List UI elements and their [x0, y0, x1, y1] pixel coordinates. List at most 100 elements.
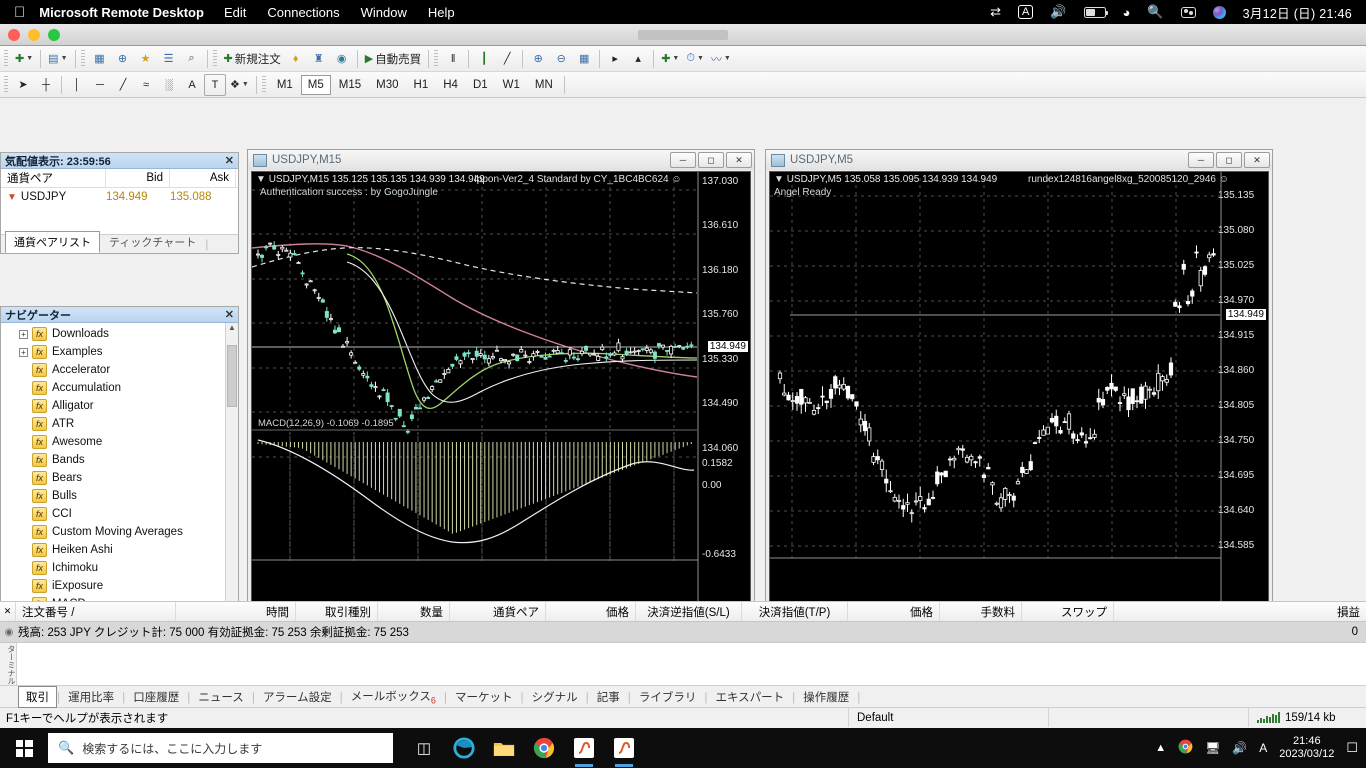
tab-symbol-list[interactable]: 通貨ペアリスト: [5, 231, 100, 253]
rdp-title-bar[interactable]: [0, 24, 1366, 46]
tab-alerts[interactable]: アラーム設定: [255, 686, 340, 708]
search-icon[interactable]: 🔍: [1147, 4, 1163, 20]
strategy-tester-button[interactable]: ⌕: [181, 48, 203, 70]
control-center-icon[interactable]: [1180, 6, 1196, 18]
column-price-close[interactable]: 価格: [848, 602, 940, 621]
siri-icon[interactable]: [1212, 5, 1226, 19]
timeframe-h4[interactable]: H4: [436, 75, 465, 95]
input-source-A-icon[interactable]: A: [1018, 5, 1034, 19]
microsoft-edge-icon[interactable]: [451, 733, 477, 763]
line-chart-button[interactable]: ╱: [496, 48, 518, 70]
timeframe-m30[interactable]: M30: [369, 75, 405, 95]
menu-window[interactable]: Window: [361, 5, 407, 20]
auto-scroll-button[interactable]: ▴: [627, 48, 649, 70]
maximize-window-button[interactable]: [48, 28, 60, 41]
text-label-tool[interactable]: T: [204, 73, 226, 96]
minimize-icon[interactable]: ─: [1188, 152, 1214, 168]
tab-exposure[interactable]: 運用比率: [60, 686, 122, 708]
notification-icon[interactable]: ☐: [1346, 740, 1358, 756]
tab-market[interactable]: マーケット: [447, 686, 521, 708]
tab-account-history[interactable]: 口座履歴: [125, 686, 187, 708]
chrome-tray-icon[interactable]: [1178, 739, 1193, 757]
text-tool[interactable]: A: [181, 74, 203, 96]
expand-icon[interactable]: ◉: [0, 627, 18, 638]
close-icon[interactable]: ✕: [225, 154, 234, 167]
equidistant-channel-tool[interactable]: ≈: [135, 74, 157, 96]
navigator-item-examples[interactable]: + fx Examples: [1, 343, 238, 361]
navigator-item-bears[interactable]: fx Bears: [1, 469, 238, 487]
signals-button[interactable]: ◉: [331, 48, 353, 70]
column-time[interactable]: 時間: [176, 602, 296, 621]
file-explorer-icon[interactable]: [491, 733, 517, 763]
wifi-icon[interactable]: ◕: [1123, 5, 1131, 20]
navigator-item-bulls[interactable]: fx Bulls: [1, 487, 238, 505]
tab-tick-chart[interactable]: ティックチャート: [100, 231, 205, 253]
volume-icon[interactable]: 🔊: [1050, 4, 1066, 20]
chart-window-usdjpy-m15[interactable]: USDJPY,M15 ─ ◻ ✕ ▼ USDJPY,M15 135.125 13…: [247, 149, 755, 623]
column-bid[interactable]: Bid: [106, 169, 170, 187]
column-take-profit[interactable]: 決済指値(T/P): [742, 602, 848, 621]
taskbar-clock[interactable]: 21:46 2023/03/12: [1279, 735, 1334, 761]
chevron-up-icon[interactable]: ▲: [1155, 742, 1166, 754]
tab-news[interactable]: ニュース: [190, 686, 251, 708]
cursor-tool[interactable]: ➤: [12, 74, 34, 96]
input-A-icon[interactable]: A: [1259, 741, 1267, 755]
navigator-item-awesome[interactable]: fx Awesome: [1, 433, 238, 451]
tab-articles[interactable]: 記事: [589, 686, 628, 708]
close-icon[interactable]: ✕: [225, 308, 234, 321]
toolbar-grip-4[interactable]: [434, 49, 439, 68]
column-price-open[interactable]: 価格: [546, 602, 636, 621]
templates-button[interactable]: 〰 ▼: [708, 48, 734, 70]
network-icon[interactable]: 🖥: [1205, 741, 1220, 755]
scrollbar-thumb[interactable]: [227, 345, 237, 407]
terminal-close-icon[interactable]: ✕: [0, 602, 16, 621]
menu-bar-clock[interactable]: 3月12日 (日) 21:46: [1243, 3, 1352, 22]
chart-shift-button[interactable]: ▸: [604, 48, 626, 70]
fibonacci-tool[interactable]: ░: [158, 74, 180, 96]
column-commission[interactable]: 手数料: [940, 602, 1022, 621]
tab-trade[interactable]: 取引: [18, 685, 57, 708]
navigator-item-accelerator[interactable]: fx Accelerator: [1, 361, 238, 379]
toolbar-grip[interactable]: [4, 49, 8, 68]
tab-experts[interactable]: エキスパート: [708, 686, 793, 708]
new-order-button[interactable]: ✚ 新規注文: [221, 48, 284, 70]
navigator-item-atr[interactable]: fx ATR: [1, 415, 238, 433]
window-drag-handle[interactable]: [638, 30, 728, 40]
metatrader4-icon-2[interactable]: [611, 733, 637, 767]
candlestick-chart-button[interactable]: ┃: [473, 48, 495, 70]
navigator-item-bands[interactable]: fx Bands: [1, 451, 238, 469]
menu-edit[interactable]: Edit: [224, 5, 246, 20]
expand-icon[interactable]: +: [19, 347, 28, 357]
navigator-item-iexposure[interactable]: fx iExposure: [1, 577, 238, 595]
taskbar-search-input[interactable]: 🔍 検索するには、ここに入力します: [48, 733, 393, 763]
terminal-balance-row[interactable]: ◉ 残高: 253 JPY クレジット計: 75 000 有効証拠金: 75 2…: [0, 622, 1366, 643]
tab-journal[interactable]: 操作履歴: [795, 686, 857, 708]
minimize-window-button[interactable]: [28, 28, 40, 41]
shapes-tool[interactable]: ❖ ▼: [227, 74, 252, 96]
navigator-item-custom-moving-averages[interactable]: fx Custom Moving Averages: [1, 523, 238, 541]
indicators-button[interactable]: ✚ ▼: [658, 48, 682, 70]
menu-help[interactable]: Help: [428, 5, 455, 20]
data-window-button[interactable]: ⊕: [112, 48, 134, 70]
chart2-canvas[interactable]: ▼ USDJPY,M5 135.058 135.095 134.939 134.…: [769, 171, 1269, 619]
column-symbol[interactable]: 通貨ペア: [450, 602, 546, 621]
column-swap[interactable]: スワップ: [1022, 602, 1114, 621]
column-ask[interactable]: Ask: [170, 169, 236, 187]
close-window-button[interactable]: [8, 28, 20, 41]
status-traffic[interactable]: 159/14 kb: [1248, 708, 1366, 727]
restore-icon[interactable]: ◻: [698, 152, 724, 168]
column-type[interactable]: 取引種別: [296, 602, 378, 621]
menu-connections[interactable]: Connections: [267, 5, 339, 20]
metatrader4-icon-1[interactable]: [571, 733, 597, 767]
tile-windows-button[interactable]: ▦: [573, 48, 595, 70]
tab-mailbox[interactable]: メールボックス6: [343, 685, 444, 708]
navigator-item-alligator[interactable]: fx Alligator: [1, 397, 238, 415]
timeframe-mn[interactable]: MN: [528, 75, 560, 95]
timeframe-grip[interactable]: [261, 75, 266, 94]
status-profile[interactable]: Default: [848, 708, 1048, 727]
google-chrome-icon[interactable]: [531, 733, 557, 763]
toolbar-grip-3[interactable]: [212, 49, 217, 68]
column-order-number[interactable]: 注文番号 /: [16, 602, 176, 621]
autotrading-button[interactable]: ▶ 自動売買: [362, 48, 424, 70]
terminal-button[interactable]: ☰: [158, 48, 180, 70]
